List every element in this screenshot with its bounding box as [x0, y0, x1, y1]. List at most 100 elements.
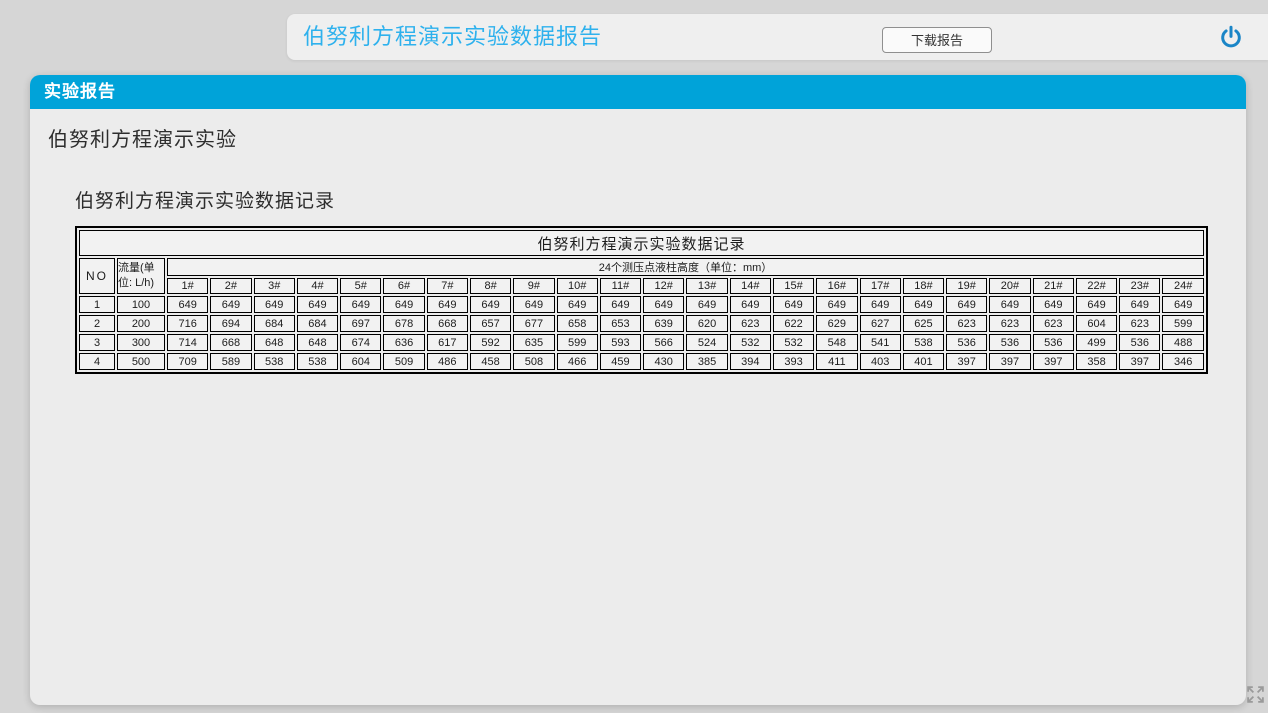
- col-header-point: 13#: [686, 278, 727, 294]
- cell-value: 649: [730, 296, 771, 313]
- cell-value: 649: [470, 296, 511, 313]
- download-report-button[interactable]: 下载报告: [882, 27, 992, 53]
- cell-value: 536: [989, 334, 1030, 351]
- cell-value: 674: [340, 334, 381, 351]
- cell-value: 620: [686, 315, 727, 332]
- col-header-point: 15#: [773, 278, 814, 294]
- cell-value: 538: [903, 334, 944, 351]
- cell-value: 589: [210, 353, 251, 370]
- col-header-point: 6#: [383, 278, 424, 294]
- table-row: 3300714668648648674636617592635599593566…: [79, 334, 1204, 351]
- cell-value: 649: [383, 296, 424, 313]
- cell-value: 649: [1162, 296, 1204, 313]
- col-header-point: 2#: [210, 278, 251, 294]
- cell-value: 649: [686, 296, 727, 313]
- cell-value: 411: [816, 353, 857, 370]
- col-header-flow: 流量(单位: L/h): [117, 258, 165, 294]
- col-header-no: NO: [79, 258, 115, 294]
- col-header-point: 19#: [946, 278, 987, 294]
- cell-value: 536: [946, 334, 987, 351]
- cell-value: 649: [903, 296, 944, 313]
- cell-value: 658: [557, 315, 598, 332]
- cell-value: 623: [1033, 315, 1074, 332]
- cell-no: 1: [79, 296, 115, 313]
- cell-value: 532: [730, 334, 771, 351]
- experiment-title: 伯努利方程演示实验: [48, 123, 237, 152]
- cell-value: 622: [773, 315, 814, 332]
- cell-value: 677: [513, 315, 554, 332]
- cell-value: 508: [513, 353, 554, 370]
- cell-value: 394: [730, 353, 771, 370]
- cell-value: 623: [730, 315, 771, 332]
- power-button[interactable]: [1219, 25, 1243, 49]
- cell-value: 627: [860, 315, 901, 332]
- cell-value: 385: [686, 353, 727, 370]
- fullscreen-icon: [1246, 692, 1265, 707]
- cell-value: 623: [1119, 315, 1160, 332]
- cell-value: 635: [513, 334, 554, 351]
- data-record-title: 伯努利方程演示实验数据记录: [75, 186, 335, 213]
- cell-value: 592: [470, 334, 511, 351]
- cell-value: 649: [816, 296, 857, 313]
- cell-value: 649: [210, 296, 251, 313]
- cell-value: 401: [903, 353, 944, 370]
- cell-value: 604: [1076, 315, 1117, 332]
- cell-value: 649: [1076, 296, 1117, 313]
- cell-value: 499: [1076, 334, 1117, 351]
- cell-value: 548: [816, 334, 857, 351]
- cell-value: 649: [254, 296, 295, 313]
- cell-value: 649: [297, 296, 338, 313]
- cell-value: 524: [686, 334, 727, 351]
- cell-value: 649: [773, 296, 814, 313]
- cell-value: 458: [470, 353, 511, 370]
- cell-value: 346: [1162, 353, 1204, 370]
- cell-value: 486: [427, 353, 468, 370]
- cell-value: 397: [1033, 353, 1074, 370]
- cell-value: 397: [1119, 353, 1160, 370]
- cell-value: 678: [383, 315, 424, 332]
- cell-flow: 200: [117, 315, 165, 332]
- page-title: 伯努利方程演示实验数据报告: [303, 14, 602, 60]
- cell-value: 566: [643, 334, 684, 351]
- cell-value: 649: [427, 296, 468, 313]
- cell-value: 648: [254, 334, 295, 351]
- cell-value: 653: [600, 315, 641, 332]
- cell-value: 649: [643, 296, 684, 313]
- cell-no: 3: [79, 334, 115, 351]
- cell-value: 694: [210, 315, 251, 332]
- col-header-point: 23#: [1119, 278, 1160, 294]
- power-icon: [1219, 37, 1243, 52]
- cell-value: 709: [167, 353, 208, 370]
- cell-value: 649: [989, 296, 1030, 313]
- cell-value: 430: [643, 353, 684, 370]
- col-header-group: 24个测压点液柱高度（单位：mm）: [167, 258, 1204, 276]
- col-header-point: 10#: [557, 278, 598, 294]
- col-header-point: 9#: [513, 278, 554, 294]
- cell-value: 657: [470, 315, 511, 332]
- cell-value: 649: [340, 296, 381, 313]
- cell-value: 593: [600, 334, 641, 351]
- fullscreen-button[interactable]: [1246, 685, 1265, 704]
- cell-value: 639: [643, 315, 684, 332]
- col-header-point: 8#: [470, 278, 511, 294]
- header-band: 伯努利方程演示实验数据报告 下载报告: [287, 14, 1268, 60]
- cell-value: 509: [383, 353, 424, 370]
- cell-value: 532: [773, 334, 814, 351]
- cell-value: 538: [297, 353, 338, 370]
- cell-value: 629: [816, 315, 857, 332]
- cell-value: 466: [557, 353, 598, 370]
- data-table: 伯努利方程演示实验数据记录NO流量(单位: L/h)24个测压点液柱高度（单位：…: [75, 226, 1208, 374]
- cell-value: 538: [254, 353, 295, 370]
- cell-value: 397: [946, 353, 987, 370]
- cell-value: 623: [989, 315, 1030, 332]
- col-header-point: 1#: [167, 278, 208, 294]
- cell-value: 541: [860, 334, 901, 351]
- col-header-point: 5#: [340, 278, 381, 294]
- cell-value: 649: [860, 296, 901, 313]
- col-header-point: 14#: [730, 278, 771, 294]
- cell-value: 358: [1076, 353, 1117, 370]
- col-header-point: 18#: [903, 278, 944, 294]
- col-header-point: 21#: [1033, 278, 1074, 294]
- col-header-point: 24#: [1162, 278, 1204, 294]
- cell-value: 459: [600, 353, 641, 370]
